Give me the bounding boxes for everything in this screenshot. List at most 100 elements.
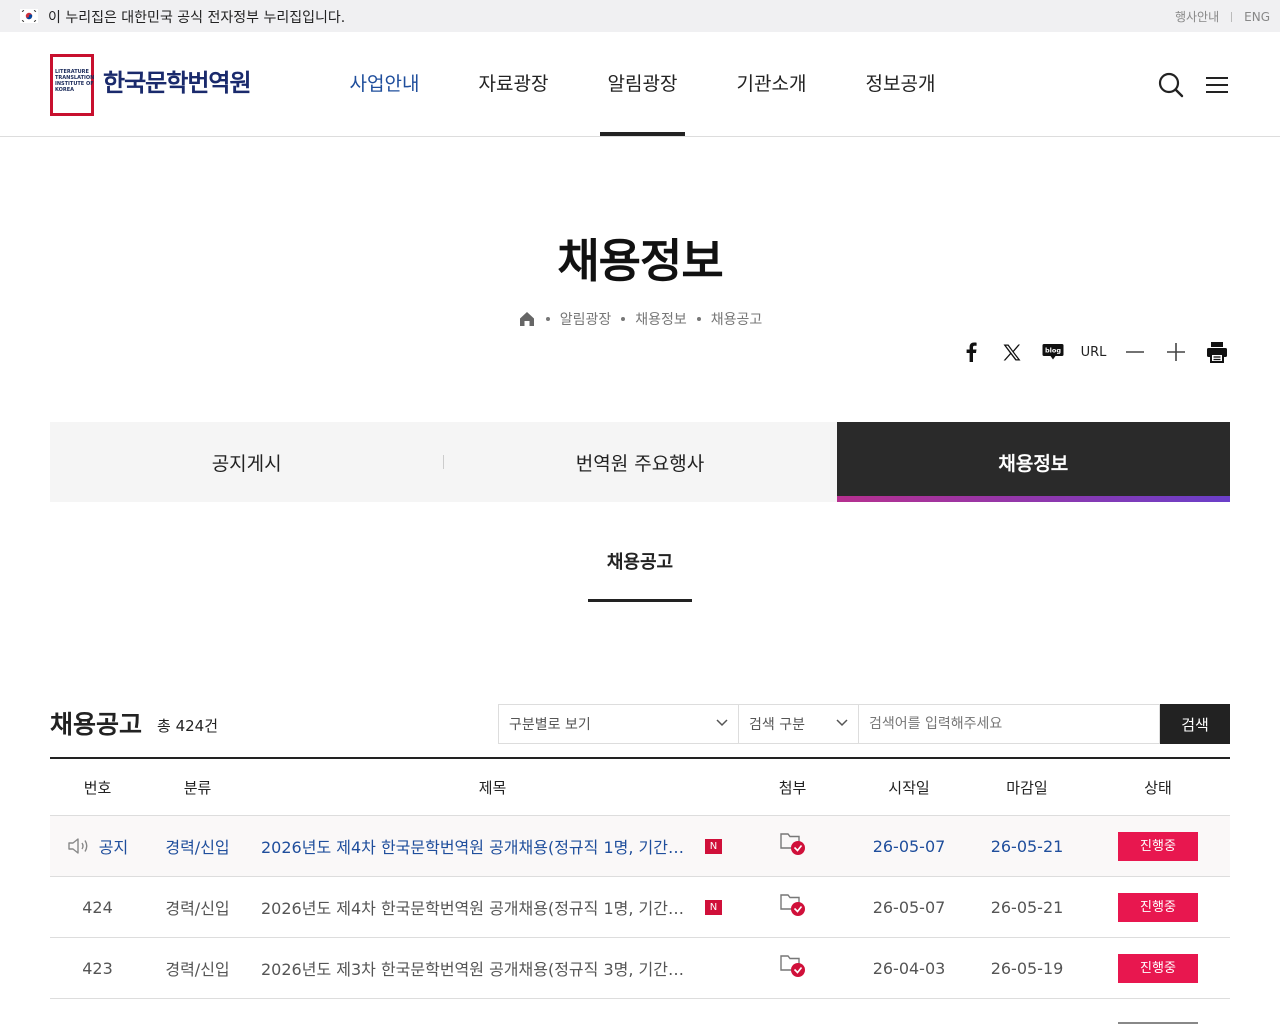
table-row[interactable] — [50, 999, 1230, 1024]
attachment-folder-icon — [779, 955, 805, 977]
x-icon — [1003, 344, 1020, 360]
table-header-row: 번호 분류 제목 첨부 시작일 마감일 상태 — [50, 759, 1230, 816]
row-start-date: 26-05-07 — [872, 897, 946, 917]
status-badge: 진행중 — [1118, 831, 1198, 861]
attachment-folder-icon — [779, 833, 805, 855]
row-status — [1086, 1004, 1230, 1024]
row-number: 424 — [82, 897, 113, 917]
logo-line: KOREA — [55, 87, 75, 93]
column-header-attachment: 첨부 — [778, 778, 807, 797]
logo-mark[interactable]: LITERATURE TRANSLATION INSTITUTE OF KORE… — [50, 54, 94, 116]
zoom-out-icon — [1125, 351, 1144, 353]
category-select[interactable]: 구분별로 보기 — [498, 704, 739, 744]
row-start-date: 26-04-03 — [872, 958, 946, 978]
breadcrumb-item-current: 채용공고 — [710, 312, 763, 328]
event-guide-link[interactable]: 행사안내 — [1175, 8, 1219, 25]
facebook-icon — [966, 342, 977, 362]
row-status: 진행중 — [1086, 953, 1230, 983]
job-posting-table: 번호 분류 제목 첨부 시작일 마감일 상태 공지 경력/신입 2026년도 제… — [50, 757, 1230, 1024]
search-type-select[interactable]: 검색 구분 — [739, 704, 859, 744]
row-title-text[interactable]: 2026년도 제3차 한국문학번역원 공개채용(정규직 3명, 기간제 근로자 … — [261, 956, 685, 980]
facebook-share-button[interactable] — [950, 338, 991, 366]
table-row[interactable]: 424 경력/신입 2026년도 제4차 한국문학번역원 공개채용(정규직 1명… — [50, 877, 1230, 938]
row-attachment[interactable] — [735, 953, 850, 983]
search-input[interactable] — [859, 704, 1160, 744]
zoom-in-button[interactable] — [1155, 338, 1196, 366]
page-title: 채용정보 — [557, 234, 723, 288]
logo-mark-text: LITERATURE TRANSLATION INSTITUTE OF KORE… — [55, 69, 94, 93]
notice-label: 공지 — [98, 838, 129, 857]
blog-icon: blog — [1042, 344, 1063, 360]
breadcrumb-item[interactable]: 알림광장 — [560, 309, 612, 329]
subtab-job-postings[interactable]: 채용공고 — [588, 548, 692, 602]
category-select-value: 구분별로 보기 — [509, 717, 591, 733]
breadcrumb-item[interactable]: 채용정보 — [635, 309, 687, 329]
tab-notice-board[interactable]: 공지게시 — [50, 422, 443, 502]
tab-major-events[interactable]: 번역원 주요행사 — [443, 422, 836, 502]
row-title[interactable]: 2026년도 제4차 한국문학번역원 공개채용(정규직 1명, 기간제 근로자 … — [250, 895, 735, 919]
eng-link[interactable]: ENG — [1244, 10, 1270, 24]
share-tools: blog URL — [950, 338, 1237, 366]
row-title-text[interactable]: 2026년도 제4차 한국문학번역원 공개채용(정규직 1명, 기간제 근로자 … — [261, 834, 685, 858]
list-title: 채용공고 — [50, 710, 143, 739]
nav-item-business[interactable]: 사업안내 — [320, 32, 449, 136]
divider — [1231, 11, 1233, 22]
nav-item-notice[interactable]: 알림광장 — [578, 32, 707, 136]
new-badge: N — [705, 899, 722, 915]
new-badge: N — [705, 838, 722, 854]
row-status: 진행중 — [1086, 892, 1230, 922]
status-badge: 진행중 — [1118, 953, 1198, 983]
breadcrumb: 알림광장 채용정보 채용공고 — [0, 309, 1280, 329]
svg-text:blog: blog — [1045, 347, 1061, 355]
search-bar: 구분별로 보기 검색 구분 검색 — [498, 704, 1230, 744]
column-header-number: 번호 — [83, 778, 112, 797]
blog-share-button[interactable]: blog — [1032, 338, 1073, 366]
zoom-in-icon — [1166, 343, 1185, 361]
row-attachment[interactable] — [735, 892, 850, 922]
x-share-button[interactable] — [991, 338, 1032, 366]
row-end-date: 26-05-21 — [990, 897, 1064, 917]
board-tabs: 공지게시 번역원 주요행사 채용정보 — [50, 422, 1231, 502]
gov-links: 행사안내 ENG — [1175, 8, 1270, 25]
nav-item-about[interactable]: 기관소개 — [707, 32, 836, 136]
breadcrumb-separator — [696, 317, 701, 321]
column-header-category: 분류 — [183, 778, 212, 797]
print-icon — [1206, 342, 1227, 363]
breadcrumb-separator — [545, 317, 550, 321]
korea-flag-icon — [20, 9, 38, 23]
logo-text[interactable]: 한국문학번역원 — [103, 63, 252, 98]
row-title[interactable]: 2026년도 제4차 한국문학번역원 공개채용(정규직 1명, 기간제 근로자 … — [250, 834, 735, 858]
row-end-date: 26-05-21 — [990, 836, 1064, 856]
row-attachment[interactable] — [735, 831, 850, 861]
home-icon[interactable] — [518, 310, 536, 328]
column-header-status: 상태 — [1144, 778, 1172, 797]
column-header-title: 제목 — [478, 778, 507, 797]
search-button[interactable]: 검색 — [1160, 704, 1230, 744]
list-total-count: 총 424건 — [157, 717, 218, 735]
row-title-text[interactable]: 2026년도 제4차 한국문학번역원 공개채용(정규직 1명, 기간제 근로자 … — [261, 895, 685, 919]
zoom-out-button[interactable] — [1114, 338, 1155, 366]
tab-recruitment[interactable]: 채용정보 — [836, 422, 1231, 502]
table-row[interactable]: 423 경력/신입 2026년도 제3차 한국문학번역원 공개채용(정규직 3명… — [50, 938, 1230, 999]
breadcrumb-separator — [621, 317, 626, 321]
site-header: LITERATURE TRANSLATION INSTITUTE OF KORE… — [0, 32, 1280, 137]
row-title[interactable]: 2026년도 제3차 한국문학번역원 공개채용(정규직 3명, 기간제 근로자 … — [250, 956, 735, 980]
table-row-notice[interactable]: 공지 경력/신입 2026년도 제4차 한국문학번역원 공개채용(정규직 1명,… — [50, 816, 1230, 877]
column-header-end-date: 마감일 — [1006, 778, 1048, 797]
search-type-select-value: 검색 구분 — [749, 717, 805, 733]
column-header-start-date: 시작일 — [888, 778, 930, 797]
search-icon[interactable] — [1158, 72, 1184, 98]
main-nav: 사업안내 자료광장 알림광장 기관소개 정보공개 — [320, 32, 965, 136]
nav-item-resources[interactable]: 자료광장 — [449, 32, 578, 136]
gov-banner-text: 이 누리집은 대한민국 공식 전자정부 누리집입니다. — [48, 10, 346, 26]
row-start-date: 26-05-07 — [872, 836, 946, 856]
chevron-down-icon — [836, 719, 848, 727]
speaker-icon — [68, 838, 88, 854]
row-number: 423 — [82, 958, 113, 978]
print-button[interactable] — [1196, 338, 1237, 366]
row-number: 공지 — [50, 834, 145, 858]
nav-item-disclosure[interactable]: 정보공개 — [836, 32, 965, 136]
status-badge: 진행중 — [1118, 892, 1198, 922]
hamburger-menu-icon[interactable] — [1206, 76, 1228, 94]
url-copy-button[interactable]: URL — [1073, 338, 1114, 366]
